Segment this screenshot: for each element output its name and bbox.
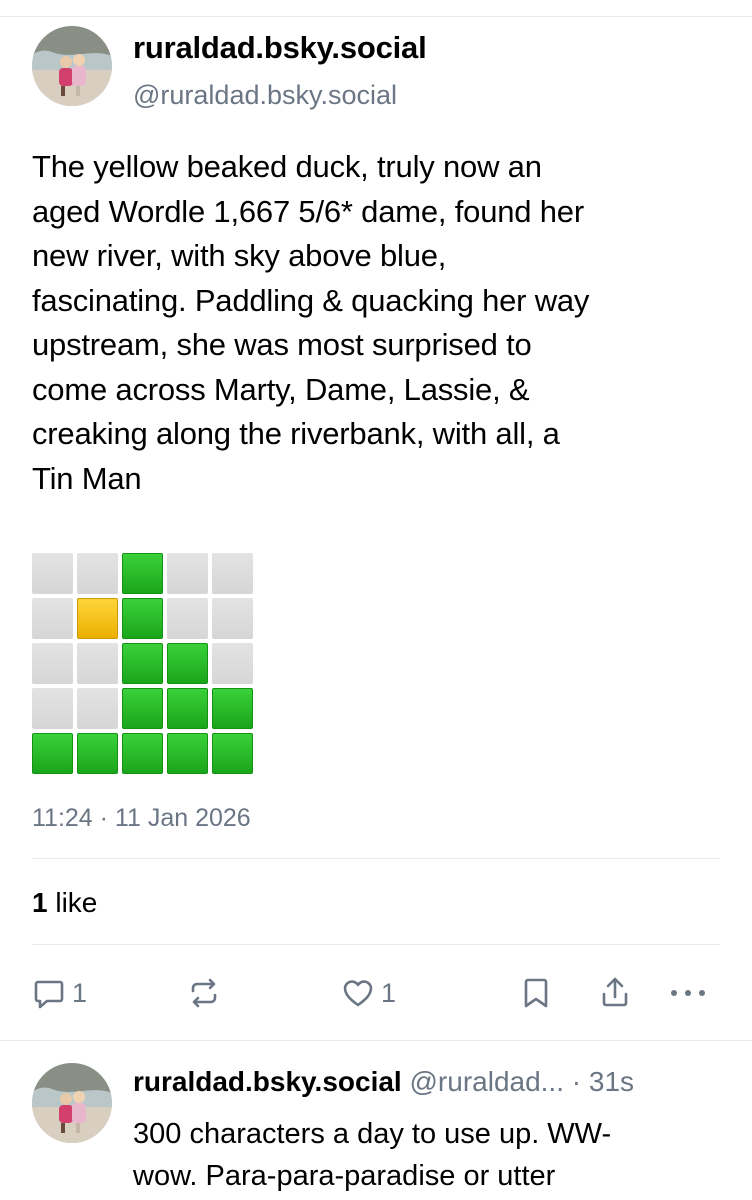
likes-count: 1	[32, 887, 48, 918]
likes-summary[interactable]: 1 like	[32, 887, 97, 919]
reply-icon	[34, 980, 64, 1009]
wordle-tile-green	[122, 733, 163, 774]
wordle-tile-gray	[32, 643, 73, 684]
wordle-tile-gray	[212, 553, 253, 594]
divider	[32, 858, 720, 859]
wordle-tile-gray	[167, 598, 208, 639]
share-icon	[602, 977, 628, 1007]
wordle-tile-gray	[32, 553, 73, 594]
avatar-photo-icon	[32, 26, 112, 106]
post-text-line: upstream, she was most surprised to	[32, 327, 532, 362]
wordle-tile-yellow	[77, 598, 118, 639]
top-divider	[0, 16, 752, 17]
reply-time: · 31s	[571, 1066, 635, 1097]
thread-separator	[0, 1040, 752, 1041]
wordle-row	[32, 733, 253, 774]
wordle-tile-gray	[32, 598, 73, 639]
wordle-tile-gray	[167, 553, 208, 594]
post-text-line: creaking along the riverbank, with all, …	[32, 416, 560, 451]
wordle-row	[32, 643, 253, 684]
wordle-tile-green	[77, 733, 118, 774]
wordle-row	[32, 553, 253, 594]
reply-button[interactable]: 1	[32, 973, 87, 1013]
divider	[32, 944, 720, 945]
wordle-tile-green	[212, 733, 253, 774]
post-text-line: fascinating. Paddling & quacking her way	[32, 282, 590, 318]
post-text-line: new river, with sky above blue,	[32, 238, 447, 273]
like-icon	[343, 980, 373, 1007]
wordle-tile-green	[167, 643, 208, 684]
wordle-tile-green	[122, 553, 163, 594]
author-display-name[interactable]: ruraldad.bsky.social	[133, 30, 427, 66]
bookmark-icon	[524, 978, 548, 1008]
wordle-row	[32, 688, 253, 729]
wordle-row	[32, 598, 253, 639]
reply-display-name[interactable]: ruraldad.bsky.social	[133, 1066, 402, 1097]
reply-text-line: wow. Para-para-paradise or utter	[133, 1160, 556, 1192]
wordle-tile-green	[122, 643, 163, 684]
more-icon	[671, 990, 705, 996]
more-options-button[interactable]	[666, 973, 710, 1013]
reply-text[interactable]: 300 characters a day to use up. WW- wow.…	[133, 1113, 723, 1197]
wordle-tile-green	[122, 598, 163, 639]
reply-count: 1	[72, 977, 88, 1008]
wordle-tile-gray	[77, 643, 118, 684]
post-text-line: Tin Man	[32, 460, 142, 496]
reply-author-avatar[interactable]	[32, 1063, 112, 1143]
reply-handle[interactable]: @ruraldad...	[410, 1066, 565, 1097]
wordle-tile-green	[167, 733, 208, 774]
likes-label: like	[55, 887, 98, 918]
like-count: 1	[381, 977, 397, 1008]
wordle-grid	[32, 553, 253, 778]
wordle-tile-gray	[212, 598, 253, 639]
post-timestamp[interactable]: 11:24 · 11 Jan 2026	[32, 804, 251, 833]
wordle-tile-green	[32, 733, 73, 774]
post-text-line: The yellow beaked duck, truly now an	[32, 149, 542, 184]
reply-header: ruraldad.bsky.social @ruraldad... · 31s	[133, 1066, 634, 1098]
wordle-tile-green	[212, 688, 253, 729]
repost-button[interactable]	[186, 973, 222, 1013]
author-avatar[interactable]	[32, 26, 112, 106]
post-text: The yellow beaked duck, truly now an age…	[32, 145, 732, 501]
bookmark-button[interactable]	[521, 973, 551, 1013]
wordle-tile-gray	[212, 643, 253, 684]
wordle-tile-green	[122, 688, 163, 729]
wordle-tile-green	[167, 688, 208, 729]
like-button[interactable]: 1	[341, 973, 396, 1013]
reply-text-line: 300 characters a day to use up. WW-	[133, 1118, 612, 1150]
repost-icon	[191, 978, 217, 1008]
author-handle[interactable]: @ruraldad.bsky.social	[133, 80, 397, 111]
wordle-tile-gray	[77, 688, 118, 729]
wordle-tile-gray	[32, 688, 73, 729]
avatar-photo-icon	[32, 1063, 112, 1143]
wordle-tile-gray	[77, 553, 118, 594]
post-text-line: aged Wordle 1,667 5/6* dame, found her	[32, 193, 584, 229]
share-button[interactable]	[598, 973, 632, 1013]
post-text-line: come across Marty, Dame, Lassie, &	[32, 371, 530, 407]
